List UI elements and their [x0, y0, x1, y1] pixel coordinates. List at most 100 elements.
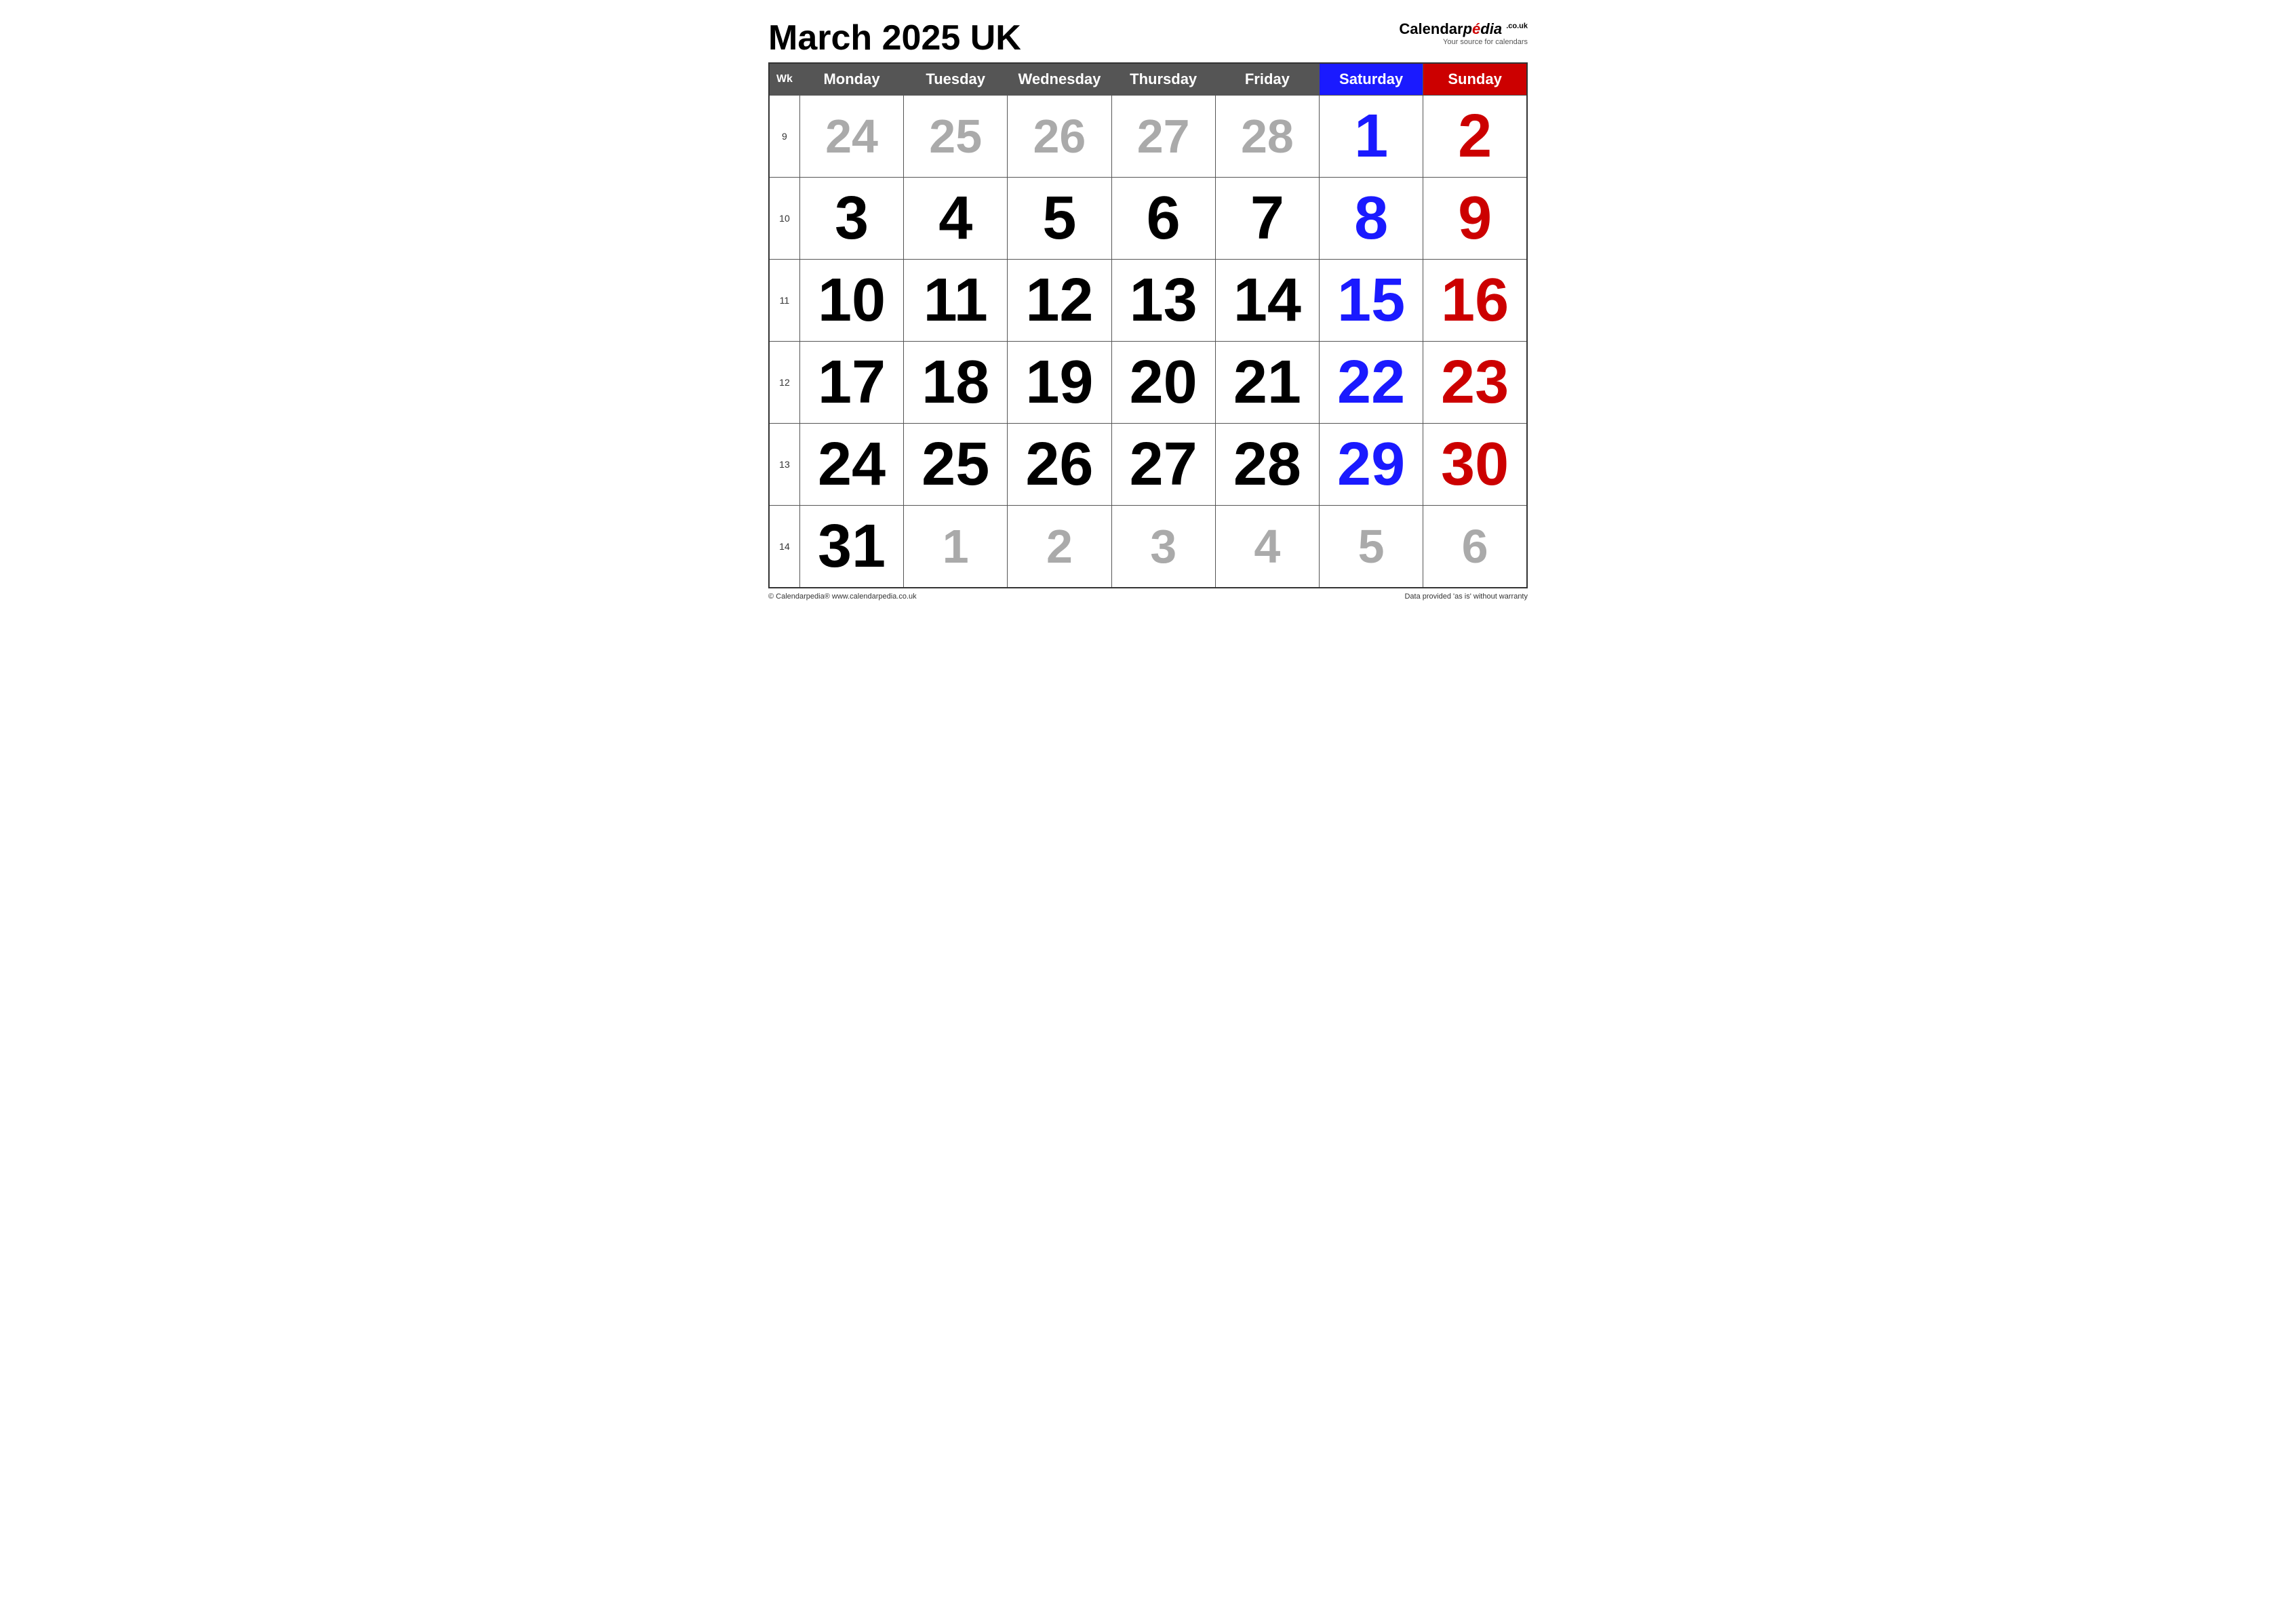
date-number: 16 — [1441, 266, 1509, 334]
date-cell[interactable]: 5 — [1008, 178, 1111, 260]
date-number: 6 — [1147, 184, 1181, 252]
week-number-9: 9 — [769, 96, 799, 178]
page-title: March 2025 UK — [768, 20, 1021, 56]
date-number: 7 — [1250, 184, 1284, 252]
date-cell[interactable]: 21 — [1215, 342, 1319, 424]
date-number: 26 — [1033, 110, 1086, 163]
date-cell[interactable]: 17 — [799, 342, 903, 424]
date-number: 24 — [825, 110, 878, 163]
footer-left: © Calendarpedia® www.calendarpedia.co.uk — [768, 592, 917, 601]
logo-domain: .co.uk — [1506, 22, 1528, 31]
date-number: 30 — [1441, 430, 1509, 498]
date-cell[interactable]: 27 — [1111, 424, 1215, 506]
date-cell[interactable]: 3 — [1111, 506, 1215, 588]
week-number-12: 12 — [769, 342, 799, 424]
date-cell[interactable]: 5 — [1319, 506, 1423, 588]
date-cell[interactable]: 1 — [1319, 96, 1423, 178]
date-cell[interactable]: 22 — [1319, 342, 1423, 424]
date-number: 13 — [1130, 266, 1198, 334]
date-cell[interactable]: 2 — [1423, 96, 1527, 178]
date-number: 19 — [1025, 348, 1093, 416]
date-cell[interactable]: 20 — [1111, 342, 1215, 424]
date-cell[interactable]: 10 — [799, 260, 903, 342]
week-row-9: 9 24 25 26 27 28 1 2 — [769, 96, 1527, 178]
date-cell[interactable]: 29 — [1319, 424, 1423, 506]
date-number: 1 — [943, 520, 969, 573]
date-number: 25 — [929, 110, 982, 163]
date-cell[interactable]: 6 — [1111, 178, 1215, 260]
date-cell[interactable]: 6 — [1423, 506, 1527, 588]
date-cell[interactable]: 27 — [1111, 96, 1215, 178]
date-cell[interactable]: 8 — [1319, 178, 1423, 260]
date-number: 27 — [1130, 430, 1198, 498]
date-number: 3 — [1150, 520, 1176, 573]
date-number: 28 — [1241, 110, 1294, 163]
date-cell[interactable]: 28 — [1215, 96, 1319, 178]
date-cell[interactable]: 23 — [1423, 342, 1527, 424]
week-row-12: 12 17 18 19 20 21 22 23 — [769, 342, 1527, 424]
date-number: 3 — [835, 184, 869, 252]
footer-right: Data provided 'as is' without warranty — [1404, 592, 1528, 601]
date-cell[interactable]: 2 — [1008, 506, 1111, 588]
week-row-14: 14 31 1 2 3 4 5 6 — [769, 506, 1527, 588]
week-number-14: 14 — [769, 506, 799, 588]
week-number-10: 10 — [769, 178, 799, 260]
date-number: 24 — [818, 430, 886, 498]
col-header-saturday: Saturday — [1319, 63, 1423, 96]
col-header-wednesday: Wednesday — [1008, 63, 1111, 96]
date-number: 27 — [1137, 110, 1190, 163]
logo-calendar-text: Calendar — [1399, 20, 1463, 37]
date-number: 23 — [1441, 348, 1509, 416]
date-cell[interactable]: 31 — [799, 506, 903, 588]
date-number: 21 — [1233, 348, 1301, 416]
date-cell[interactable]: 11 — [904, 260, 1008, 342]
date-number: 28 — [1233, 430, 1301, 498]
date-cell[interactable]: 9 — [1423, 178, 1527, 260]
date-cell[interactable]: 4 — [1215, 506, 1319, 588]
week-row-10: 10 3456 789 — [769, 178, 1527, 260]
date-cell[interactable]: 4 — [904, 178, 1008, 260]
date-number: 31 — [818, 512, 886, 580]
date-cell[interactable]: 19 — [1008, 342, 1111, 424]
date-cell[interactable]: 28 — [1215, 424, 1319, 506]
date-number: 2 — [1458, 102, 1492, 170]
date-cell[interactable]: 30 — [1423, 424, 1527, 506]
date-cell[interactable]: 3 — [799, 178, 903, 260]
date-cell[interactable]: 15 — [1319, 260, 1423, 342]
date-number: 2 — [1046, 520, 1073, 573]
date-cell[interactable]: 24 — [799, 424, 903, 506]
date-number: 10 — [818, 266, 886, 334]
date-number: 29 — [1337, 430, 1405, 498]
date-cell[interactable]: 16 — [1423, 260, 1527, 342]
date-number: 1 — [1354, 102, 1388, 170]
calendar-header: March 2025 UK Calendarpédia .co.uk Your … — [768, 20, 1528, 56]
date-number: 4 — [1254, 520, 1280, 573]
date-cell[interactable]: 25 — [904, 96, 1008, 178]
date-cell[interactable]: 1 — [904, 506, 1008, 588]
date-number: 17 — [818, 348, 886, 416]
date-cell[interactable]: 26 — [1008, 424, 1111, 506]
date-cell[interactable]: 24 — [799, 96, 903, 178]
date-number: 5 — [1358, 520, 1385, 573]
col-header-tuesday: Tuesday — [904, 63, 1008, 96]
date-number: 18 — [922, 348, 989, 416]
date-number: 15 — [1337, 266, 1405, 334]
date-number: 20 — [1130, 348, 1198, 416]
date-number: 9 — [1458, 184, 1492, 252]
calendar-body: 9242526272812103456789111011121314151612… — [769, 96, 1527, 588]
date-number: 14 — [1233, 266, 1301, 334]
date-cell[interactable]: 7 — [1215, 178, 1319, 260]
col-header-thursday: Thursday — [1111, 63, 1215, 96]
col-header-sunday: Sunday — [1423, 63, 1527, 96]
date-cell[interactable]: 14 — [1215, 260, 1319, 342]
date-cell[interactable]: 13 — [1111, 260, 1215, 342]
calendar-table: Wk Monday Tuesday Wednesday Thursday Fri… — [768, 62, 1528, 588]
date-cell[interactable]: 26 — [1008, 96, 1111, 178]
date-cell[interactable]: 12 — [1008, 260, 1111, 342]
date-number: 22 — [1337, 348, 1405, 416]
logo-area: Calendarpédia .co.uk Your source for cal… — [1399, 20, 1528, 46]
date-number: 6 — [1462, 520, 1488, 573]
date-cell[interactable]: 25 — [904, 424, 1008, 506]
calendar-footer: © Calendarpedia® www.calendarpedia.co.uk… — [768, 592, 1528, 601]
date-cell[interactable]: 18 — [904, 342, 1008, 424]
